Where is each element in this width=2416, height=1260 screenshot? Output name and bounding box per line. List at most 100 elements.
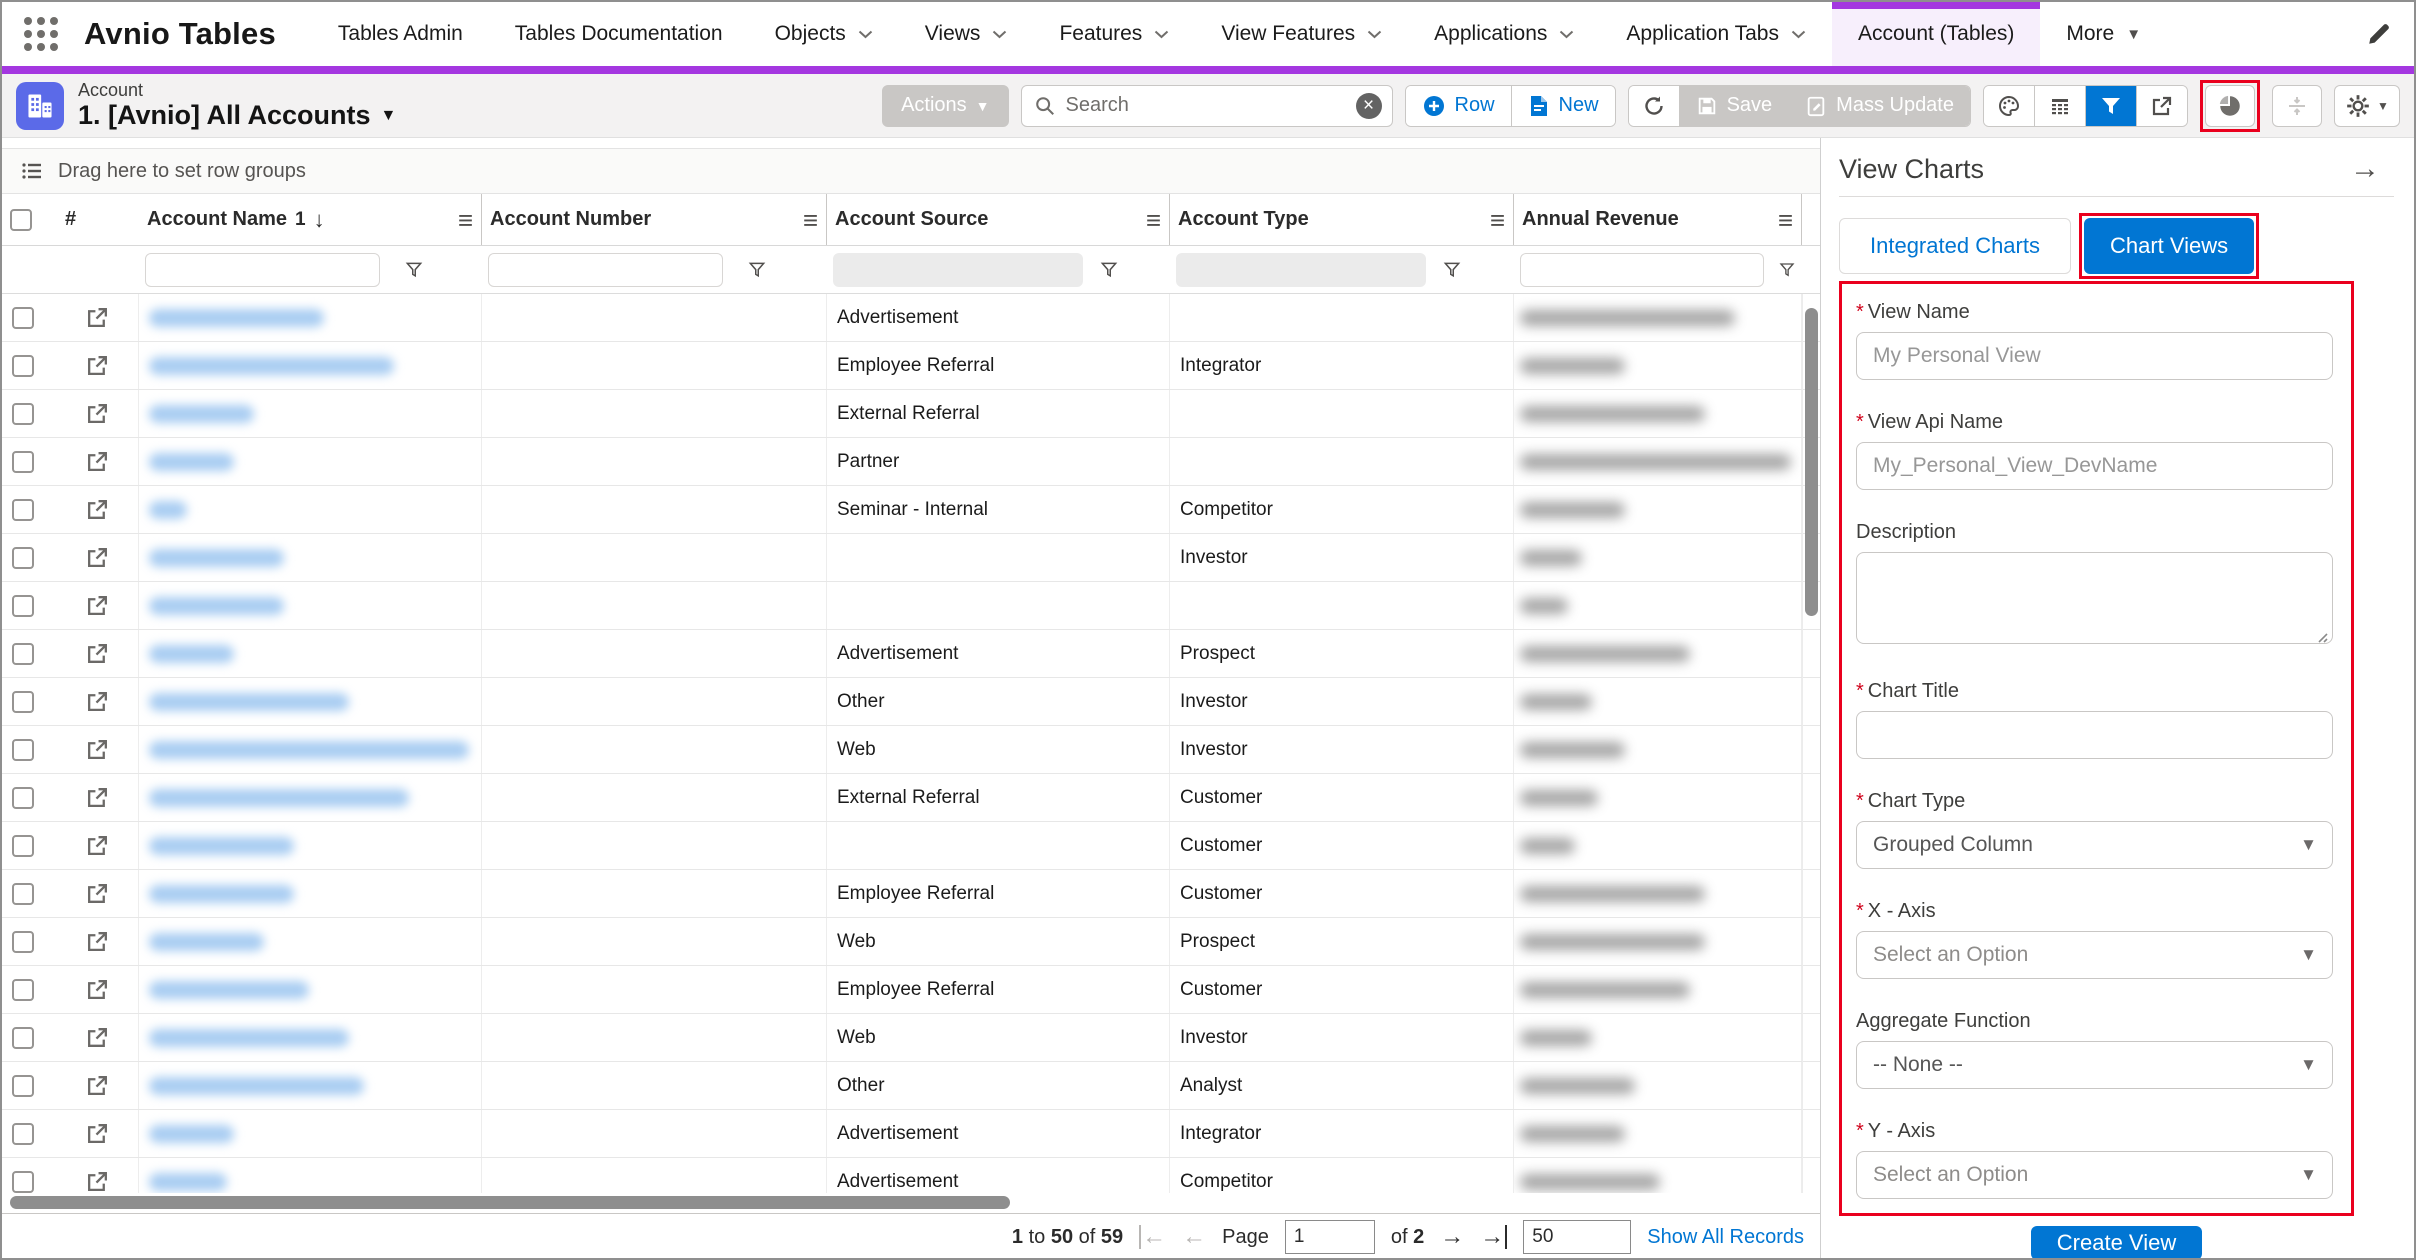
search-input[interactable] <box>1066 94 1346 117</box>
open-record-icon[interactable] <box>85 497 110 522</box>
account-name-cell[interactable] <box>139 486 482 533</box>
open-record-icon[interactable] <box>85 737 110 762</box>
horizontal-scrollbar[interactable] <box>2 1193 1820 1213</box>
header-account-type[interactable]: Account Type ≡ <box>1170 194 1514 245</box>
account-name-cell[interactable] <box>139 966 482 1013</box>
select-all-checkbox[interactable] <box>10 209 32 231</box>
open-record-icon[interactable] <box>85 785 110 810</box>
account-type-filter-funnel-icon[interactable] <box>1442 260 1462 280</box>
create-view-button[interactable]: Create View <box>2031 1226 2202 1260</box>
row-checkbox[interactable] <box>12 739 34 761</box>
show-all-records-link[interactable]: Show All Records <box>1647 1226 1804 1249</box>
account-number-column-menu-icon[interactable]: ≡ <box>803 207 818 233</box>
x-axis-select[interactable]: Select an Option▼ <box>1856 931 2333 979</box>
header-account-source[interactable]: Account Source ≡ <box>827 194 1170 245</box>
horizontal-scrollbar-thumb[interactable] <box>10 1196 1010 1209</box>
nav-tab-applications[interactable]: Applications <box>1408 2 1600 66</box>
account-type-column-menu-icon[interactable]: ≡ <box>1490 207 1505 233</box>
open-record-icon[interactable] <box>85 353 110 378</box>
last-page-icon[interactable]: → <box>1480 1225 1507 1249</box>
view-api-name-input[interactable] <box>1856 442 2333 490</box>
nav-tab-tables-admin[interactable]: Tables Admin <box>312 2 489 66</box>
open-record-icon[interactable] <box>85 1169 110 1193</box>
nav-tab-features[interactable]: Features <box>1033 2 1195 66</box>
account-name-column-menu-icon[interactable]: ≡ <box>458 207 473 233</box>
edit-tabs-pencil-icon[interactable] <box>2366 2 2414 66</box>
row-checkbox[interactable] <box>12 1027 34 1049</box>
account-name-cell[interactable] <box>139 1158 482 1193</box>
account-number-filter-funnel-icon[interactable] <box>747 260 767 280</box>
row-group-dropzone[interactable]: Drag here to set row groups <box>2 148 1820 194</box>
vertical-scrollbar-thumb[interactable] <box>1805 308 1818 616</box>
app-launcher-icon[interactable] <box>18 11 64 57</box>
row-checkbox[interactable] <box>12 883 34 905</box>
view-name-input[interactable] <box>1856 332 2333 380</box>
filter-toggle-icon[interactable] <box>2085 86 2136 126</box>
view-selector[interactable]: 1. [Avnio] All Accounts ▼ <box>78 100 396 130</box>
row-checkbox[interactable] <box>12 931 34 953</box>
account-source-filter-funnel-icon[interactable] <box>1099 260 1119 280</box>
annual-revenue-filter-input[interactable] <box>1520 253 1764 287</box>
actions-button[interactable]: Actions ▼ <box>882 85 1008 127</box>
account-name-cell[interactable] <box>139 390 482 437</box>
row-checkbox[interactable] <box>12 691 34 713</box>
open-record-icon[interactable] <box>85 833 110 858</box>
open-record-icon[interactable] <box>85 1121 110 1146</box>
account-name-cell[interactable] <box>139 582 482 629</box>
account-number-filter-input[interactable] <box>488 253 723 287</box>
nav-tab-account-tables-[interactable]: Account (Tables) <box>1832 2 2040 66</box>
open-record-icon[interactable] <box>85 1025 110 1050</box>
save-button[interactable]: Save <box>1679 86 1789 126</box>
theme-palette-icon[interactable] <box>1984 86 2034 126</box>
settings-button[interactable]: ▼ <box>2334 85 2400 127</box>
aggregate-function-select[interactable]: -- None --▼ <box>1856 1041 2333 1089</box>
row-checkbox[interactable] <box>12 355 34 377</box>
tab-integrated-charts[interactable]: Integrated Charts <box>1839 218 2071 274</box>
row-checkbox[interactable] <box>12 547 34 569</box>
open-record-icon[interactable] <box>85 689 110 714</box>
account-name-cell[interactable] <box>139 630 482 677</box>
y-axis-select[interactable]: Select an Option▼ <box>1856 1151 2333 1199</box>
row-checkbox[interactable] <box>12 787 34 809</box>
table-density-icon[interactable] <box>2034 86 2085 126</box>
open-record-icon[interactable] <box>85 449 110 474</box>
nav-tab-tables-documentation[interactable]: Tables Documentation <box>489 2 749 66</box>
account-name-cell[interactable] <box>139 1110 482 1157</box>
header-account-name[interactable]: Account Name 1 ↓ ≡ <box>139 194 482 245</box>
row-checkbox[interactable] <box>12 1123 34 1145</box>
open-record-icon[interactable] <box>85 977 110 1002</box>
account-name-cell[interactable] <box>139 918 482 965</box>
nav-tab-objects[interactable]: Objects <box>749 2 899 66</box>
open-record-icon[interactable] <box>85 545 110 570</box>
nav-tab-views[interactable]: Views <box>899 2 1034 66</box>
open-record-icon[interactable] <box>85 881 110 906</box>
open-external-icon[interactable] <box>2136 86 2187 126</box>
account-name-cell[interactable] <box>139 678 482 725</box>
collapse-panel-arrow-icon[interactable]: → <box>2350 152 2394 186</box>
account-name-cell[interactable] <box>139 534 482 581</box>
chart-type-select[interactable]: Grouped Column▼ <box>1856 821 2333 869</box>
account-name-cell[interactable] <box>139 726 482 773</box>
row-checkbox[interactable] <box>12 499 34 521</box>
nav-tab-view-features[interactable]: View Features <box>1195 2 1408 66</box>
row-checkbox[interactable] <box>12 307 34 329</box>
annual-revenue-column-menu-icon[interactable]: ≡ <box>1778 207 1793 233</box>
next-page-icon[interactable]: → <box>1440 1225 1464 1249</box>
row-checkbox[interactable] <box>12 595 34 617</box>
row-checkbox[interactable] <box>12 403 34 425</box>
search-clear-icon[interactable]: × <box>1356 93 1382 119</box>
refresh-button[interactable] <box>1629 86 1679 126</box>
open-record-icon[interactable] <box>85 401 110 426</box>
account-name-cell[interactable] <box>139 822 482 869</box>
fit-columns-button[interactable] <box>2272 85 2322 127</box>
row-checkbox[interactable] <box>12 835 34 857</box>
tab-chart-views[interactable]: Chart Views <box>2084 218 2254 274</box>
open-record-icon[interactable] <box>85 929 110 954</box>
nav-tab-application-tabs[interactable]: Application Tabs <box>1600 2 1832 66</box>
open-record-icon[interactable] <box>85 593 110 618</box>
page-size-input[interactable] <box>1523 1220 1631 1254</box>
chart-title-input[interactable] <box>1856 711 2333 759</box>
new-record-button[interactable]: New <box>1511 86 1615 126</box>
header-annual-revenue[interactable]: Annual Revenue ≡ <box>1514 194 1802 245</box>
account-source-column-menu-icon[interactable]: ≡ <box>1146 207 1161 233</box>
